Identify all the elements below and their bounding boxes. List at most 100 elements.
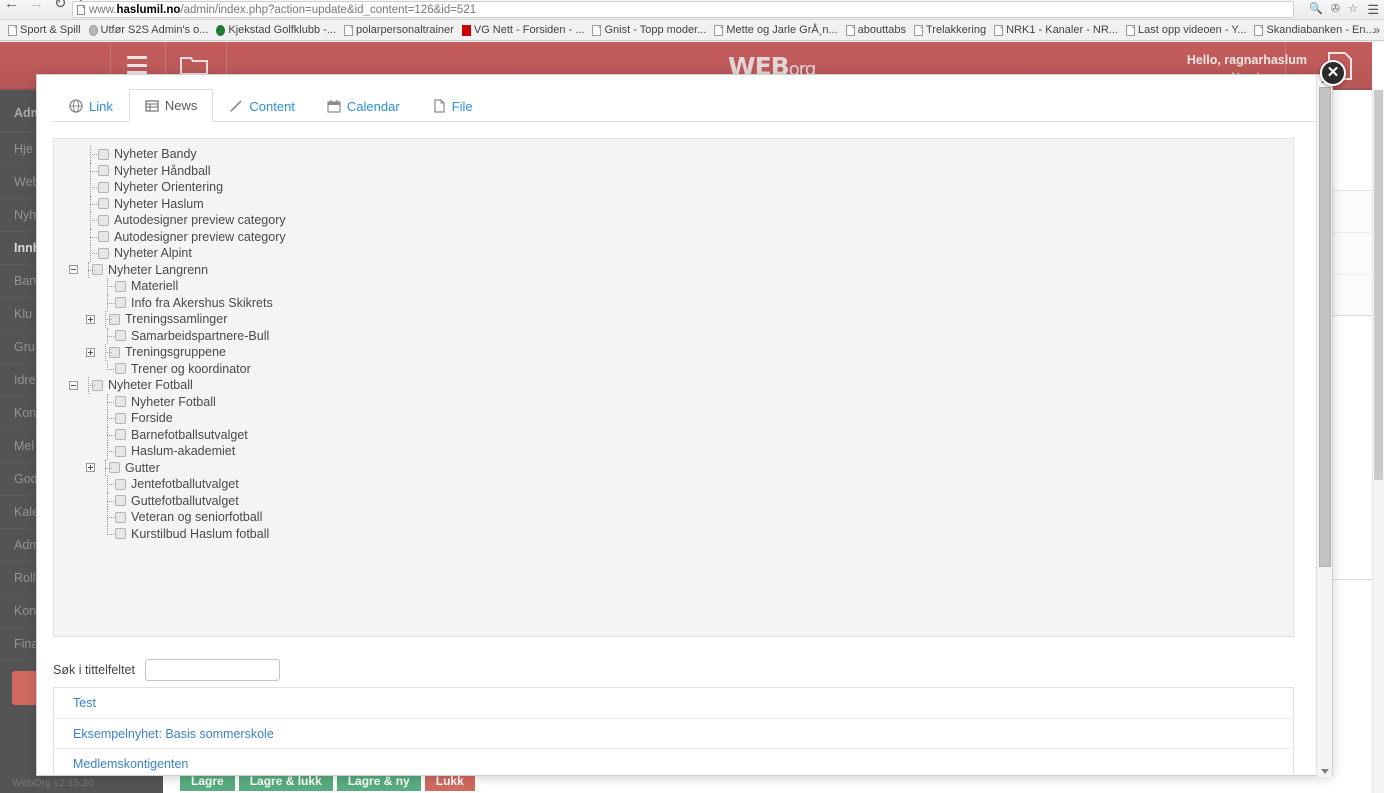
browser-menu-icon[interactable]: ☰	[1367, 2, 1379, 18]
favicon-icon	[344, 24, 353, 36]
tree-node[interactable]: Info fra Akershus Skikrets	[84, 294, 1293, 312]
tree-node[interactable]: Nyheter Alpint	[84, 245, 1293, 262]
tree-node-checkbox[interactable]	[98, 214, 109, 226]
tree-node[interactable]: Autodesigner preview category	[84, 228, 1293, 246]
tree-node-checkbox[interactable]	[115, 412, 126, 424]
tree-node[interactable]: Nyheter Fotball	[69, 377, 1293, 394]
tree-node-checkbox[interactable]	[98, 231, 109, 243]
tree-node-checkbox[interactable]	[115, 528, 126, 540]
tree-node[interactable]: Gutter	[84, 459, 1293, 477]
bookmark-item[interactable]: VG Nett - Forsiden - ...	[460, 21, 591, 40]
bookmark-star-icon[interactable]: ☆	[1348, 2, 1358, 15]
tree-node[interactable]: Trener og koordinator	[84, 360, 1293, 378]
tree-node-label: Materiell	[131, 279, 179, 294]
back-icon[interactable]: ←	[4, 0, 19, 11]
tab-file[interactable]: File	[416, 89, 489, 122]
tree-node[interactable]: Forside	[84, 410, 1293, 427]
bookmark-label: Utfør S2S Admin's o...	[100, 24, 209, 36]
tree-node-checkbox[interactable]	[115, 511, 126, 523]
bookmark-item[interactable]: Gnist - Topp moder...	[590, 21, 712, 40]
tree-node-checkbox[interactable]	[115, 478, 126, 490]
tree-node[interactable]: Barnefotballsutvalget	[84, 426, 1293, 444]
tree-collapse-icon[interactable]	[69, 380, 78, 390]
tree-node-checkbox[interactable]	[115, 396, 126, 408]
tree-node[interactable]: Nyheter Langrenn	[69, 261, 1293, 279]
tree-node[interactable]: Veteran og seniorfotball	[84, 509, 1293, 526]
forward-icon[interactable]: →	[29, 0, 44, 11]
bookmark-item[interactable]: polarpersonaltrainer	[342, 21, 460, 40]
url-bar-row: ← → ↻ ⌂ www.haslumil.no/admin/index.php?…	[0, 0, 1384, 20]
tree-node-label: Nyheter Fotball	[131, 394, 216, 409]
bookmark-item[interactable]: Mette og Jarle GrÅ¸n...	[712, 21, 843, 40]
folder-icon[interactable]	[180, 54, 208, 76]
tree-node[interactable]: Autodesigner preview category	[84, 212, 1293, 229]
address-bar[interactable]: www.haslumil.no/admin/index.php?action=u…	[72, 1, 1294, 18]
tree-node-checkbox[interactable]	[98, 165, 109, 177]
bookmark-item[interactable]: Utfør S2S Admin's o...	[87, 21, 215, 40]
news-result-item[interactable]: Medlemskontigenten	[54, 749, 1293, 775]
bookmark-item[interactable]: Kjekstad Golfklubb -...	[214, 21, 342, 40]
tree-node[interactable]: Materiell	[84, 278, 1293, 295]
modal-scrollbar-thumb[interactable]	[1319, 87, 1331, 567]
tree-node-label: Jentefotballutvalget	[131, 477, 239, 492]
tree-expand-icon[interactable]	[86, 347, 95, 357]
tab-link[interactable]: Link	[53, 89, 129, 122]
tree-connector-line	[99, 311, 112, 328]
tree-node-checkbox[interactable]	[115, 429, 126, 441]
bookmark-item[interactable]: Sport & Spill	[6, 21, 87, 40]
modal-scrollbar[interactable]	[1316, 75, 1332, 777]
bookmark-item[interactable]: Skandiabanken - En...	[1252, 21, 1380, 40]
tree-node-checkbox[interactable]	[98, 198, 109, 210]
tree-node-checkbox[interactable]	[115, 297, 126, 309]
tree-node-checkbox[interactable]	[98, 181, 109, 193]
reload-icon[interactable]: ↻	[54, 0, 67, 11]
bookmark-item[interactable]: NRK1 - Kanaler - NR...	[992, 21, 1124, 40]
bookmark-item[interactable]: abouttabs	[844, 21, 912, 40]
tree-node[interactable]: Nyheter Bandy	[84, 146, 1293, 163]
bookmark-item[interactable]: Last opp videoen - Y...	[1124, 21, 1252, 40]
bookmarks-overflow-icon[interactable]: »	[1373, 23, 1380, 37]
tab-calendar[interactable]: Calendar	[311, 89, 416, 122]
tree-node[interactable]: Treningssamlinger	[84, 311, 1293, 328]
search-icon[interactable]: 🔍	[1309, 2, 1323, 15]
tree-node[interactable]: Guttefotballutvalget	[84, 492, 1293, 510]
tree-node[interactable]: Kurstilbud Haslum fotball	[84, 525, 1293, 543]
scroll-down-arrow-icon[interactable]	[1321, 769, 1329, 774]
tree-node[interactable]: Haslum-akademiet	[84, 443, 1293, 460]
sidebar-item-label: Gru	[14, 340, 35, 354]
menu-icon[interactable]	[127, 56, 147, 74]
tree-node[interactable]: Samarbeidspartnere-Bull	[84, 327, 1293, 345]
page-scrollbar[interactable]	[1372, 90, 1384, 793]
tree-node[interactable]: Treningsgruppene	[84, 344, 1293, 361]
news-result-item[interactable]: Eksempelnyhet: Basis sommerskole	[54, 719, 1293, 750]
tree-node[interactable]: Nyheter Håndball	[84, 162, 1293, 180]
bookmark-item[interactable]: Trelakkering	[912, 21, 992, 40]
tab-news[interactable]: News	[128, 89, 214, 122]
modal-close-icon[interactable]: ✕	[1320, 60, 1346, 86]
tree-node-checkbox[interactable]	[115, 495, 126, 507]
tree-expand-icon[interactable]	[86, 463, 95, 473]
tree-node-checkbox[interactable]	[115, 330, 126, 342]
tree-node[interactable]: Nyheter Haslum	[84, 195, 1293, 213]
news-result-item[interactable]: Test	[54, 688, 1293, 719]
search-input[interactable]	[144, 659, 280, 681]
page-scrollbar-thumb[interactable]	[1374, 90, 1383, 480]
tree-expand-icon[interactable]	[86, 314, 95, 324]
screenshot-root: WEBorg Hello, ragnarhaslum Norsk Adm Hje…	[0, 0, 1384, 793]
filter-icon[interactable]: ✇	[1331, 2, 1340, 15]
tree-node-checkbox[interactable]	[115, 280, 126, 292]
tree-node[interactable]: Nyheter Orientering	[84, 179, 1293, 196]
insert-news-modal: Link News Content Calendar File Nyheter …	[36, 74, 1333, 777]
tab-label: Calendar	[346, 98, 400, 114]
tree-node-checkbox[interactable]	[115, 445, 126, 457]
tree-connector-line	[101, 294, 115, 312]
tree-collapse-icon[interactable]	[69, 265, 78, 275]
favicon-icon	[1125, 24, 1135, 36]
tree-node[interactable]: Nyheter Fotball	[84, 393, 1293, 411]
tab-content[interactable]: Content	[213, 89, 311, 122]
bookmark-label: Kjekstad Golfklubb -...	[228, 24, 336, 36]
tree-node[interactable]: Jentefotballutvalget	[84, 476, 1293, 493]
tree-node-checkbox[interactable]	[98, 148, 109, 160]
tree-node-checkbox[interactable]	[98, 247, 109, 259]
tree-node-checkbox[interactable]	[115, 363, 126, 375]
